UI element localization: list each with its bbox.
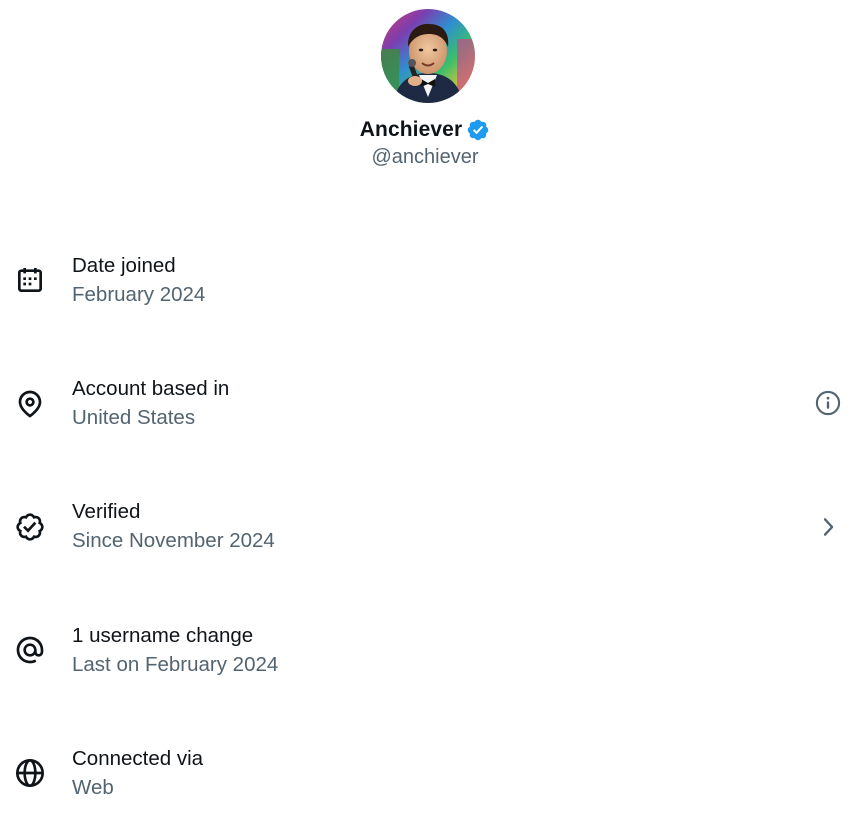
avatar[interactable] (381, 9, 475, 103)
chevron-right-icon[interactable] (814, 513, 842, 541)
calendar-icon (14, 264, 46, 296)
row-title: 1 username change (72, 624, 254, 647)
info-icon[interactable] (814, 389, 842, 417)
verified-badge-icon[interactable] (466, 118, 490, 142)
display-name: Anchiever (359, 118, 463, 141)
info-row-connected-via: Connected via Web (0, 745, 850, 815)
location-pin-icon (14, 388, 46, 420)
globe-icon (14, 757, 46, 789)
verified-badge-outline-icon (14, 511, 46, 543)
row-subtitle: Since November 2024 (72, 529, 275, 552)
row-title: Connected via (72, 747, 204, 770)
row-subtitle: Web (72, 776, 114, 799)
row-text: Account based in United States (72, 375, 229, 433)
info-row-username-change: 1 username change Last on February 2024 (0, 622, 850, 692)
at-sign-icon (14, 634, 46, 666)
row-text: 1 username change Last on February 2024 (72, 622, 278, 680)
info-row-date-joined: Date joined February 2024 (0, 252, 850, 322)
row-text: Date joined February 2024 (72, 252, 205, 310)
row-text: Verified Since November 2024 (72, 498, 275, 556)
profile-header: Anchiever @anchiever (0, 0, 850, 190)
info-row-verified[interactable]: Verified Since November 2024 (0, 498, 850, 568)
row-title: Verified (72, 500, 141, 523)
row-subtitle: United States (72, 406, 196, 429)
display-name-row: Anchiever (0, 116, 850, 144)
row-subtitle: February 2024 (72, 283, 206, 306)
row-title: Date joined (72, 254, 176, 277)
row-text: Connected via Web (72, 745, 203, 803)
profile-handle: @anchiever (371, 146, 479, 168)
row-title: Account based in (72, 377, 230, 400)
info-row-account-location: Account based in United States (0, 375, 850, 445)
row-subtitle: Last on February 2024 (72, 653, 279, 676)
